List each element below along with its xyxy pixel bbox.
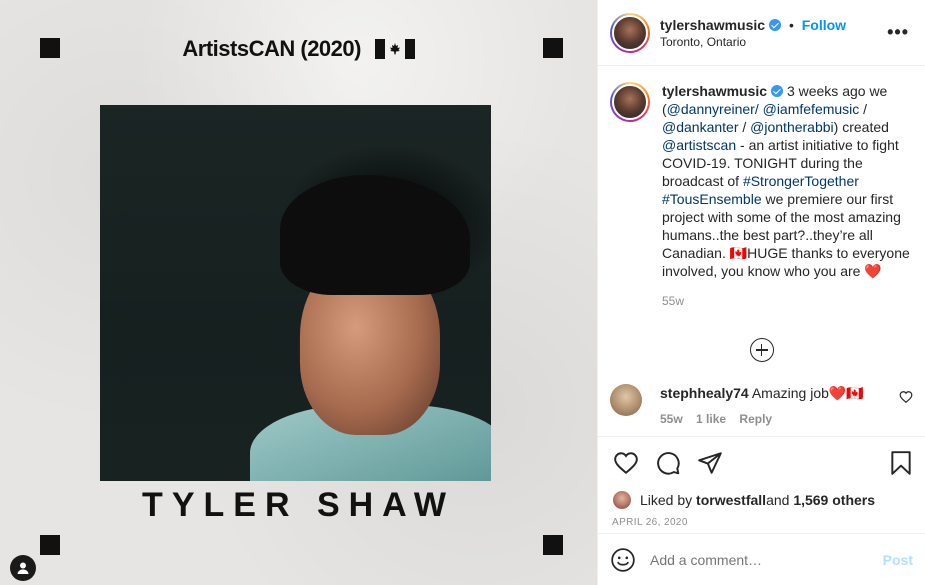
caption-link[interactable]: @iamfefemusic	[763, 101, 860, 117]
caption-link[interactable]: #TousEnsemble	[662, 191, 762, 207]
plus-circle-icon[interactable]	[749, 338, 774, 362]
comment-icon[interactable]	[654, 449, 682, 477]
comment-age: 55w	[660, 412, 683, 426]
post-sidebar: tylershawmusic • Follow Toronto, Ontario…	[597, 0, 925, 585]
more-options-button[interactable]: •••	[883, 22, 913, 43]
canada-flag-icon	[374, 39, 415, 59]
caption-segment: ) created	[833, 119, 889, 135]
likes-summary: Liked by torwestfall and 1,569 others	[598, 489, 925, 511]
artist-name: TYLER SHAW	[142, 486, 455, 524]
user-tag-icon[interactable]	[10, 555, 36, 581]
follow-button[interactable]: Follow	[802, 17, 846, 33]
load-more-comments[interactable]	[610, 338, 913, 362]
likes-middle: and	[766, 492, 790, 508]
post-comment-button[interactable]: Post	[883, 552, 913, 568]
verified-badge-icon	[769, 18, 782, 31]
bookmark-icon[interactable]	[887, 449, 915, 477]
comment-text: Amazing job❤️🇨🇦	[751, 385, 864, 401]
comment-reply-button[interactable]: Reply	[739, 412, 772, 426]
comment-item: stephhealy74 Amazing job❤️🇨🇦 55w 1 like …	[610, 384, 913, 428]
share-icon[interactable]	[696, 449, 724, 477]
action-bar	[598, 437, 925, 489]
liker-avatar[interactable]	[612, 490, 632, 510]
commenter-username[interactable]: stephhealy74	[660, 385, 749, 401]
caption-segment: /	[738, 119, 751, 135]
corner-square	[543, 535, 563, 555]
author-avatar[interactable]	[610, 12, 650, 53]
caption-age: 55w	[662, 294, 685, 308]
instagram-post-modal: ArtistsCAN (2020) TYLER SHAW tylershawmu…	[0, 0, 925, 585]
heart-icon[interactable]	[612, 449, 640, 477]
caption-author-avatar[interactable]	[610, 82, 650, 122]
caption-segment: /	[859, 101, 868, 117]
comment-input[interactable]	[650, 551, 883, 568]
caption-username[interactable]: tylershawmusic	[662, 83, 767, 99]
liker-username[interactable]: torwestfall	[696, 492, 766, 508]
comment-likes[interactable]: 1 like	[696, 412, 726, 426]
caption-link[interactable]: @artistscan	[662, 137, 736, 153]
heart-icon[interactable]	[899, 390, 913, 404]
emoji-icon[interactable]	[610, 547, 636, 573]
comments-section[interactable]: tylershawmusic 3 weeks ago we (@dannyrei…	[598, 66, 925, 437]
commenter-avatar[interactable]	[610, 384, 642, 416]
post-date[interactable]: APRIL 26, 2020	[598, 511, 925, 535]
post-caption: tylershawmusic 3 weeks ago we (@dannyrei…	[610, 82, 913, 310]
caption-link[interactable]: #StrongerTogether	[743, 173, 859, 189]
media-title-text: ArtistsCAN (2020)	[182, 36, 361, 61]
caption-link[interactable]: @jontherabbi	[750, 119, 834, 135]
add-comment-bar: Post	[598, 533, 925, 585]
separator-dot: •	[788, 16, 794, 33]
caption-text: tylershawmusic 3 weeks ago we (@dannyrei…	[662, 82, 913, 280]
caption-link[interactable]: @dannyreiner/	[667, 101, 759, 117]
likes-prefix: Liked by	[640, 492, 693, 508]
media-title: ArtistsCAN (2020)	[0, 36, 597, 62]
caption-link[interactable]: @dankanter	[662, 119, 738, 135]
post-media[interactable]: ArtistsCAN (2020) TYLER SHAW	[0, 0, 597, 585]
verified-badge-icon	[771, 85, 784, 97]
corner-square	[40, 535, 60, 555]
post-location[interactable]: Toronto, Ontario	[660, 35, 883, 49]
portrait-photo	[100, 105, 491, 481]
likes-count[interactable]: 1,569 others	[793, 492, 875, 508]
post-header: tylershawmusic • Follow Toronto, Ontario…	[598, 0, 925, 66]
author-username[interactable]: tylershawmusic	[660, 17, 765, 33]
